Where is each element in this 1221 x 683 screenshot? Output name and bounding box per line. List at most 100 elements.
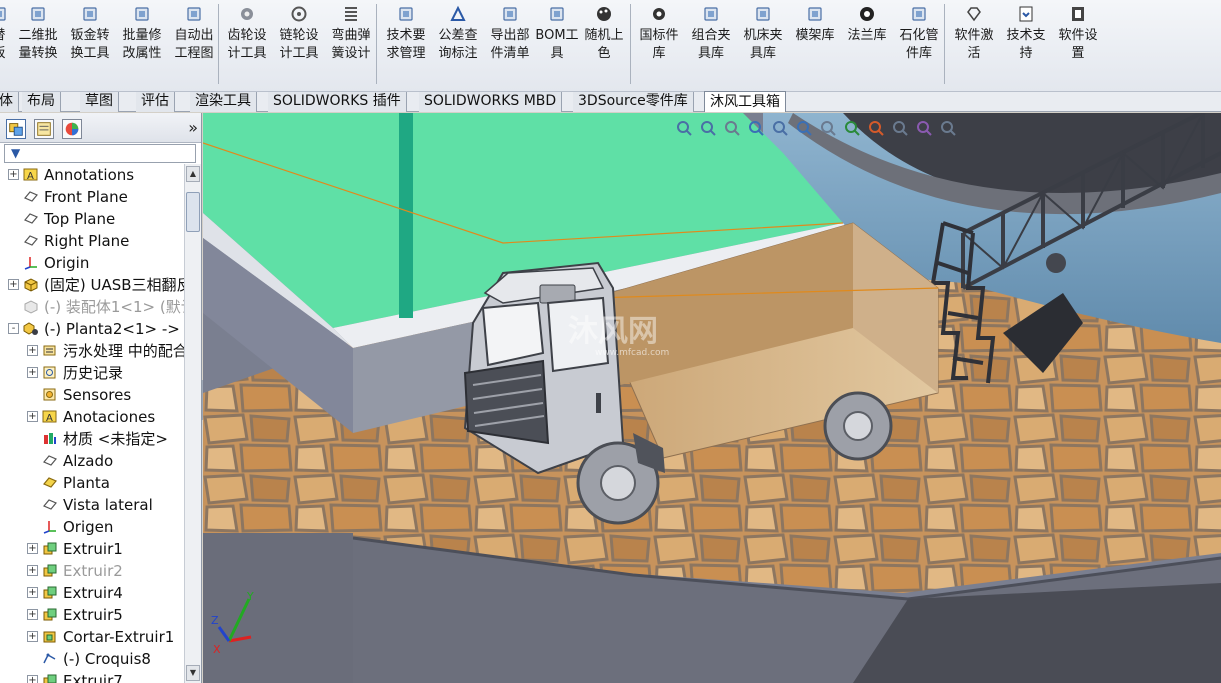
ribbon-button-5[interactable]: 齿轮设计工具 <box>222 2 272 64</box>
tree-node[interactable]: + Extruir1 <box>0 538 184 560</box>
view-orientation-icon[interactable] <box>771 119 789 137</box>
command-tab-3[interactable]: 评估 <box>136 92 175 112</box>
screen-capture-icon[interactable] <box>939 119 957 137</box>
expand-node-icon[interactable]: + <box>8 279 19 290</box>
command-tab-7[interactable]: 3DSource零件库 <box>573 92 694 112</box>
section-view-icon[interactable] <box>747 119 765 137</box>
expand-node-icon[interactable]: + <box>8 169 19 180</box>
ribbon-button-label: 石化管件库 <box>899 28 939 61</box>
tree-node[interactable]: Origin <box>0 252 184 274</box>
ribbon-button-13[interactable]: 国标件库 <box>634 2 684 64</box>
tree-node[interactable]: Planta <box>0 472 184 494</box>
expand-node-icon[interactable]: + <box>27 675 38 683</box>
tree-node[interactable]: Alzado <box>0 450 184 472</box>
ribbon-button-label: 技术支持 <box>1006 28 1046 61</box>
feature-tree-icon <box>9 123 23 136</box>
command-tab-1[interactable]: 布局 <box>22 92 61 112</box>
tree-node[interactable]: + A Annotations <box>0 164 184 186</box>
zoom-fit-icon[interactable] <box>675 119 693 137</box>
expand-node-icon[interactable]: + <box>27 609 38 620</box>
tree-node[interactable]: Origen <box>0 516 184 538</box>
property-manager-tab[interactable] <box>34 119 54 139</box>
zoom-area-icon[interactable] <box>699 119 717 137</box>
realview-icon[interactable] <box>915 119 933 137</box>
ribbon-button-3[interactable]: 批量修改属性 <box>117 2 167 64</box>
scroll-up-icon[interactable]: ▲ <box>186 166 200 182</box>
tree-node[interactable]: + Extruir5 <box>0 604 184 626</box>
ribbon-button-2[interactable]: 钣金转换工具 <box>65 2 115 64</box>
tree-node[interactable]: Top Plane <box>0 208 184 230</box>
ribbon-button-16[interactable]: 模架库 <box>790 2 840 64</box>
edit-appearance-icon[interactable] <box>843 119 861 137</box>
tree-node[interactable]: + 污水处理 中的配合 <box>0 340 184 362</box>
tree-node[interactable]: + Extruir7 <box>0 670 184 683</box>
triad-z-axis <box>217 626 231 642</box>
apply-scene-icon[interactable] <box>867 119 885 137</box>
ribbon-button-19[interactable]: 软件激活 <box>949 2 999 64</box>
command-tab-0[interactable]: 体 <box>0 92 19 112</box>
tree-node[interactable]: + Extruir2 <box>0 560 184 582</box>
expand-node-icon[interactable]: + <box>27 411 38 422</box>
command-tab-4[interactable]: 渲染工具 <box>190 92 257 112</box>
ribbon-button-17[interactable]: 法兰库 <box>842 2 892 64</box>
ribbon-button-14[interactable]: 组合夹具库 <box>686 2 736 64</box>
tree-node[interactable]: (-) 装配体1<1> (默认 <box>0 296 184 318</box>
tree-node[interactable]: + A Anotaciones <box>0 406 184 428</box>
expand-node-icon[interactable]: + <box>27 565 38 576</box>
view-settings-icon[interactable] <box>891 119 909 137</box>
ribbon-button-label: 钣金转换工具 <box>70 28 110 61</box>
collapse-node-icon[interactable]: - <box>8 323 19 334</box>
command-tab-5[interactable]: SOLIDWORKS 插件 <box>268 92 407 112</box>
ribbon-button-4[interactable]: 自动出工程图 <box>169 2 219 64</box>
expand-node-icon[interactable]: + <box>27 587 38 598</box>
display-manager-tab[interactable] <box>62 119 82 139</box>
feature-tree-tab[interactable] <box>6 119 26 139</box>
tree-node[interactable]: (-) Croquis8 <box>0 648 184 670</box>
ribbon-button-10[interactable]: 导出部件清单 <box>485 2 535 64</box>
ribbon-button-7[interactable]: 弯曲弹簧设计 <box>326 2 376 64</box>
ribbon-button-18[interactable]: 石化管件库 <box>894 2 944 64</box>
ribbon-button-12[interactable]: 随机上色 <box>579 2 629 64</box>
tree-node[interactable]: Right Plane <box>0 230 184 252</box>
ribbon-button-1[interactable]: 二维批量转换 <box>13 2 63 64</box>
command-tab-2[interactable]: 草图 <box>80 92 119 112</box>
collapse-panel-button[interactable]: » <box>188 118 198 137</box>
scroll-down-icon[interactable]: ▼ <box>186 665 200 681</box>
tree-node[interactable]: + Cortar-Extruir1 <box>0 626 184 648</box>
command-tab-6[interactable]: SOLIDWORKS MBD <box>419 92 563 112</box>
tree-node[interactable]: 材质 <未指定> <box>0 428 184 450</box>
tree-filter-input[interactable]: ▼ <box>4 144 196 163</box>
tree-node[interactable]: - (-) Planta2<1> -> <box>0 318 184 340</box>
expand-node-icon[interactable]: + <box>27 345 38 356</box>
expand-node-icon[interactable]: + <box>27 367 38 378</box>
tree-node-label: Top Plane <box>44 210 116 228</box>
rear-wheel-hub <box>843 411 873 441</box>
ribbon-button-21[interactable]: 软件设置 <box>1053 2 1103 64</box>
command-tab-8[interactable]: 沐风工具箱 <box>704 91 786 112</box>
ribbon-button-9[interactable]: 公差查询标注 <box>433 2 483 64</box>
scroll-thumb[interactable] <box>186 192 200 232</box>
batch-convert-icon <box>28 4 48 24</box>
triad-z-label: Z <box>211 614 219 627</box>
ribbon-button-15[interactable]: 机床夹具库 <box>738 2 788 64</box>
hide-show-icon[interactable] <box>819 119 837 137</box>
tree-node[interactable]: + (固定) UASB三相翻反 <box>0 274 184 296</box>
tree-node[interactable]: Sensores <box>0 384 184 406</box>
tree-node-label: Annotations <box>44 166 135 184</box>
tree-node[interactable]: + Extruir4 <box>0 582 184 604</box>
graphics-viewport[interactable]: 沐风网 www.mfcad.com X Y Z <box>203 113 1221 683</box>
tree-scrollbar[interactable]: ▲ ▼ <box>184 164 201 683</box>
ribbon-button-20[interactable]: 技术支持 <box>1001 2 1051 64</box>
expand-node-icon[interactable]: + <box>27 631 38 642</box>
ribbon-button-6[interactable]: 链轮设计工具 <box>274 2 324 64</box>
ribbon-button-8[interactable]: 技术要求管理 <box>381 2 431 64</box>
previous-view-icon[interactable] <box>723 119 741 137</box>
display-style-icon[interactable] <box>795 119 813 137</box>
expand-node-icon[interactable]: + <box>27 543 38 554</box>
ribbon-button-11[interactable]: BOM工具 <box>532 2 582 64</box>
tree-node[interactable]: Vista lateral <box>0 494 184 516</box>
tree-node[interactable]: + 历史记录 <box>0 362 184 384</box>
3d-scene[interactable]: 沐风网 www.mfcad.com <box>203 113 1221 683</box>
tree-node[interactable]: Front Plane <box>0 186 184 208</box>
tree-node-label: (-) 装配体1<1> (默认 <box>44 298 184 316</box>
